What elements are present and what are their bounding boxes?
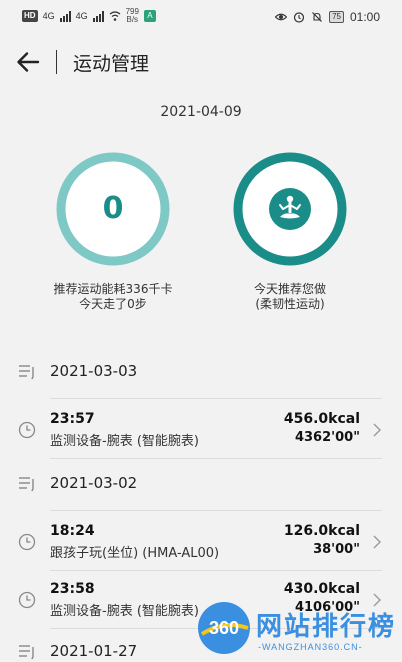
calendar-list-icon — [19, 477, 34, 492]
steps-count: 0 — [102, 191, 124, 226]
calendar-list-icon — [19, 365, 34, 380]
net-speed-unit: B/s — [126, 15, 139, 24]
calendar-list-icon — [19, 645, 34, 660]
arrow-left-icon[interactable] — [14, 48, 42, 76]
list-item[interactable]: 23:57 监测设备-腕表 (智能腕表) 456.0kcal 4362'00" — [0, 402, 402, 458]
record-time: 18:24 — [50, 523, 95, 539]
list-date-text: 2021-03-03 — [50, 362, 138, 380]
list-date-text: 2021-03-02 — [50, 474, 138, 492]
steps-caption: 推荐运动能耗336千卡 今天走了0步 — [28, 282, 198, 312]
clock-icon — [18, 421, 36, 439]
app-header: 运动管理 — [0, 36, 402, 88]
header-divider — [56, 50, 57, 74]
record-time: 23:58 — [50, 581, 95, 597]
page-title: 运动管理 — [73, 53, 150, 75]
record-kcal: 430.0kcal — [283, 581, 360, 597]
signal-icon — [59, 10, 71, 22]
wifi-icon — [109, 11, 120, 21]
recommend-kcal-text: 推荐运动能耗336千卡 — [53, 282, 173, 296]
record-device: 监测设备-腕表 (智能腕表) — [50, 604, 199, 619]
clock-icon — [18, 591, 36, 609]
network-label-2: 4G — [75, 11, 88, 21]
eye-icon — [275, 13, 288, 21]
record-device: 跟孩子玩(坐位) (HMA-AL00) — [50, 546, 220, 561]
list-item[interactable]: 18:24 跟孩子玩(坐位) (HMA-AL00) 126.0kcal 38'0… — [0, 514, 402, 570]
clock-icon — [18, 533, 36, 551]
status-bar: HD 4G 4G 799 B/s A 75 01:00 — [0, 0, 402, 36]
recommend-type-text: (柔韧性运动) — [255, 297, 325, 311]
signal-icon-2 — [92, 10, 104, 22]
summary-date: 2021-04-09 — [160, 104, 242, 120]
watermark: 360 网站排行榜 -WANGZHAN360.CN- — [196, 598, 402, 662]
list-divider — [50, 398, 382, 399]
watermark-cn: 网站排行榜 — [256, 612, 397, 642]
alarm-icon — [293, 12, 305, 23]
meditation-icon — [269, 188, 311, 230]
list-divider — [50, 458, 382, 459]
record-device: 监测设备-腕表 (智能腕表) — [50, 434, 199, 449]
chevron-right-icon — [373, 423, 381, 437]
status-time: 01:00 — [349, 10, 380, 24]
battery-icon: 75 — [329, 11, 344, 23]
app-notification-icon: A — [143, 10, 156, 22]
bell-off-icon — [312, 12, 322, 22]
list-date-text: 2021-01-27 — [50, 642, 138, 660]
steps-today-text: 今天走了0步 — [79, 297, 147, 311]
watermark-logo: 360 — [198, 602, 250, 654]
net-speed: 799 B/s — [126, 8, 139, 24]
record-duration: 4362'00" — [294, 430, 360, 445]
list-date-header: 2021-03-02 — [0, 464, 402, 504]
recommend-caption: 今天推荐您做 (柔韧性运动) — [205, 282, 375, 312]
hd-badge: HD — [22, 10, 38, 22]
steps-ring: 0 — [56, 152, 170, 266]
list-divider — [50, 570, 382, 571]
record-kcal: 456.0kcal — [283, 411, 360, 427]
record-kcal: 126.0kcal — [283, 523, 360, 539]
status-left: HD 4G 4G 799 B/s A — [22, 8, 156, 24]
status-right: 75 01:00 — [275, 10, 380, 24]
list-date-header: 2021-03-03 — [0, 352, 402, 392]
record-time: 23:57 — [50, 411, 95, 427]
recommend-title-text: 今天推荐您做 — [253, 282, 326, 296]
chevron-right-icon — [373, 535, 381, 549]
recommend-ring[interactable] — [233, 152, 347, 266]
watermark-logo-text: 360 — [209, 618, 239, 638]
watermark-en: -WANGZHAN360.CN- — [258, 642, 363, 652]
network-label-1: 4G — [42, 11, 55, 21]
list-divider — [50, 510, 382, 511]
record-duration: 38'00" — [313, 542, 360, 557]
